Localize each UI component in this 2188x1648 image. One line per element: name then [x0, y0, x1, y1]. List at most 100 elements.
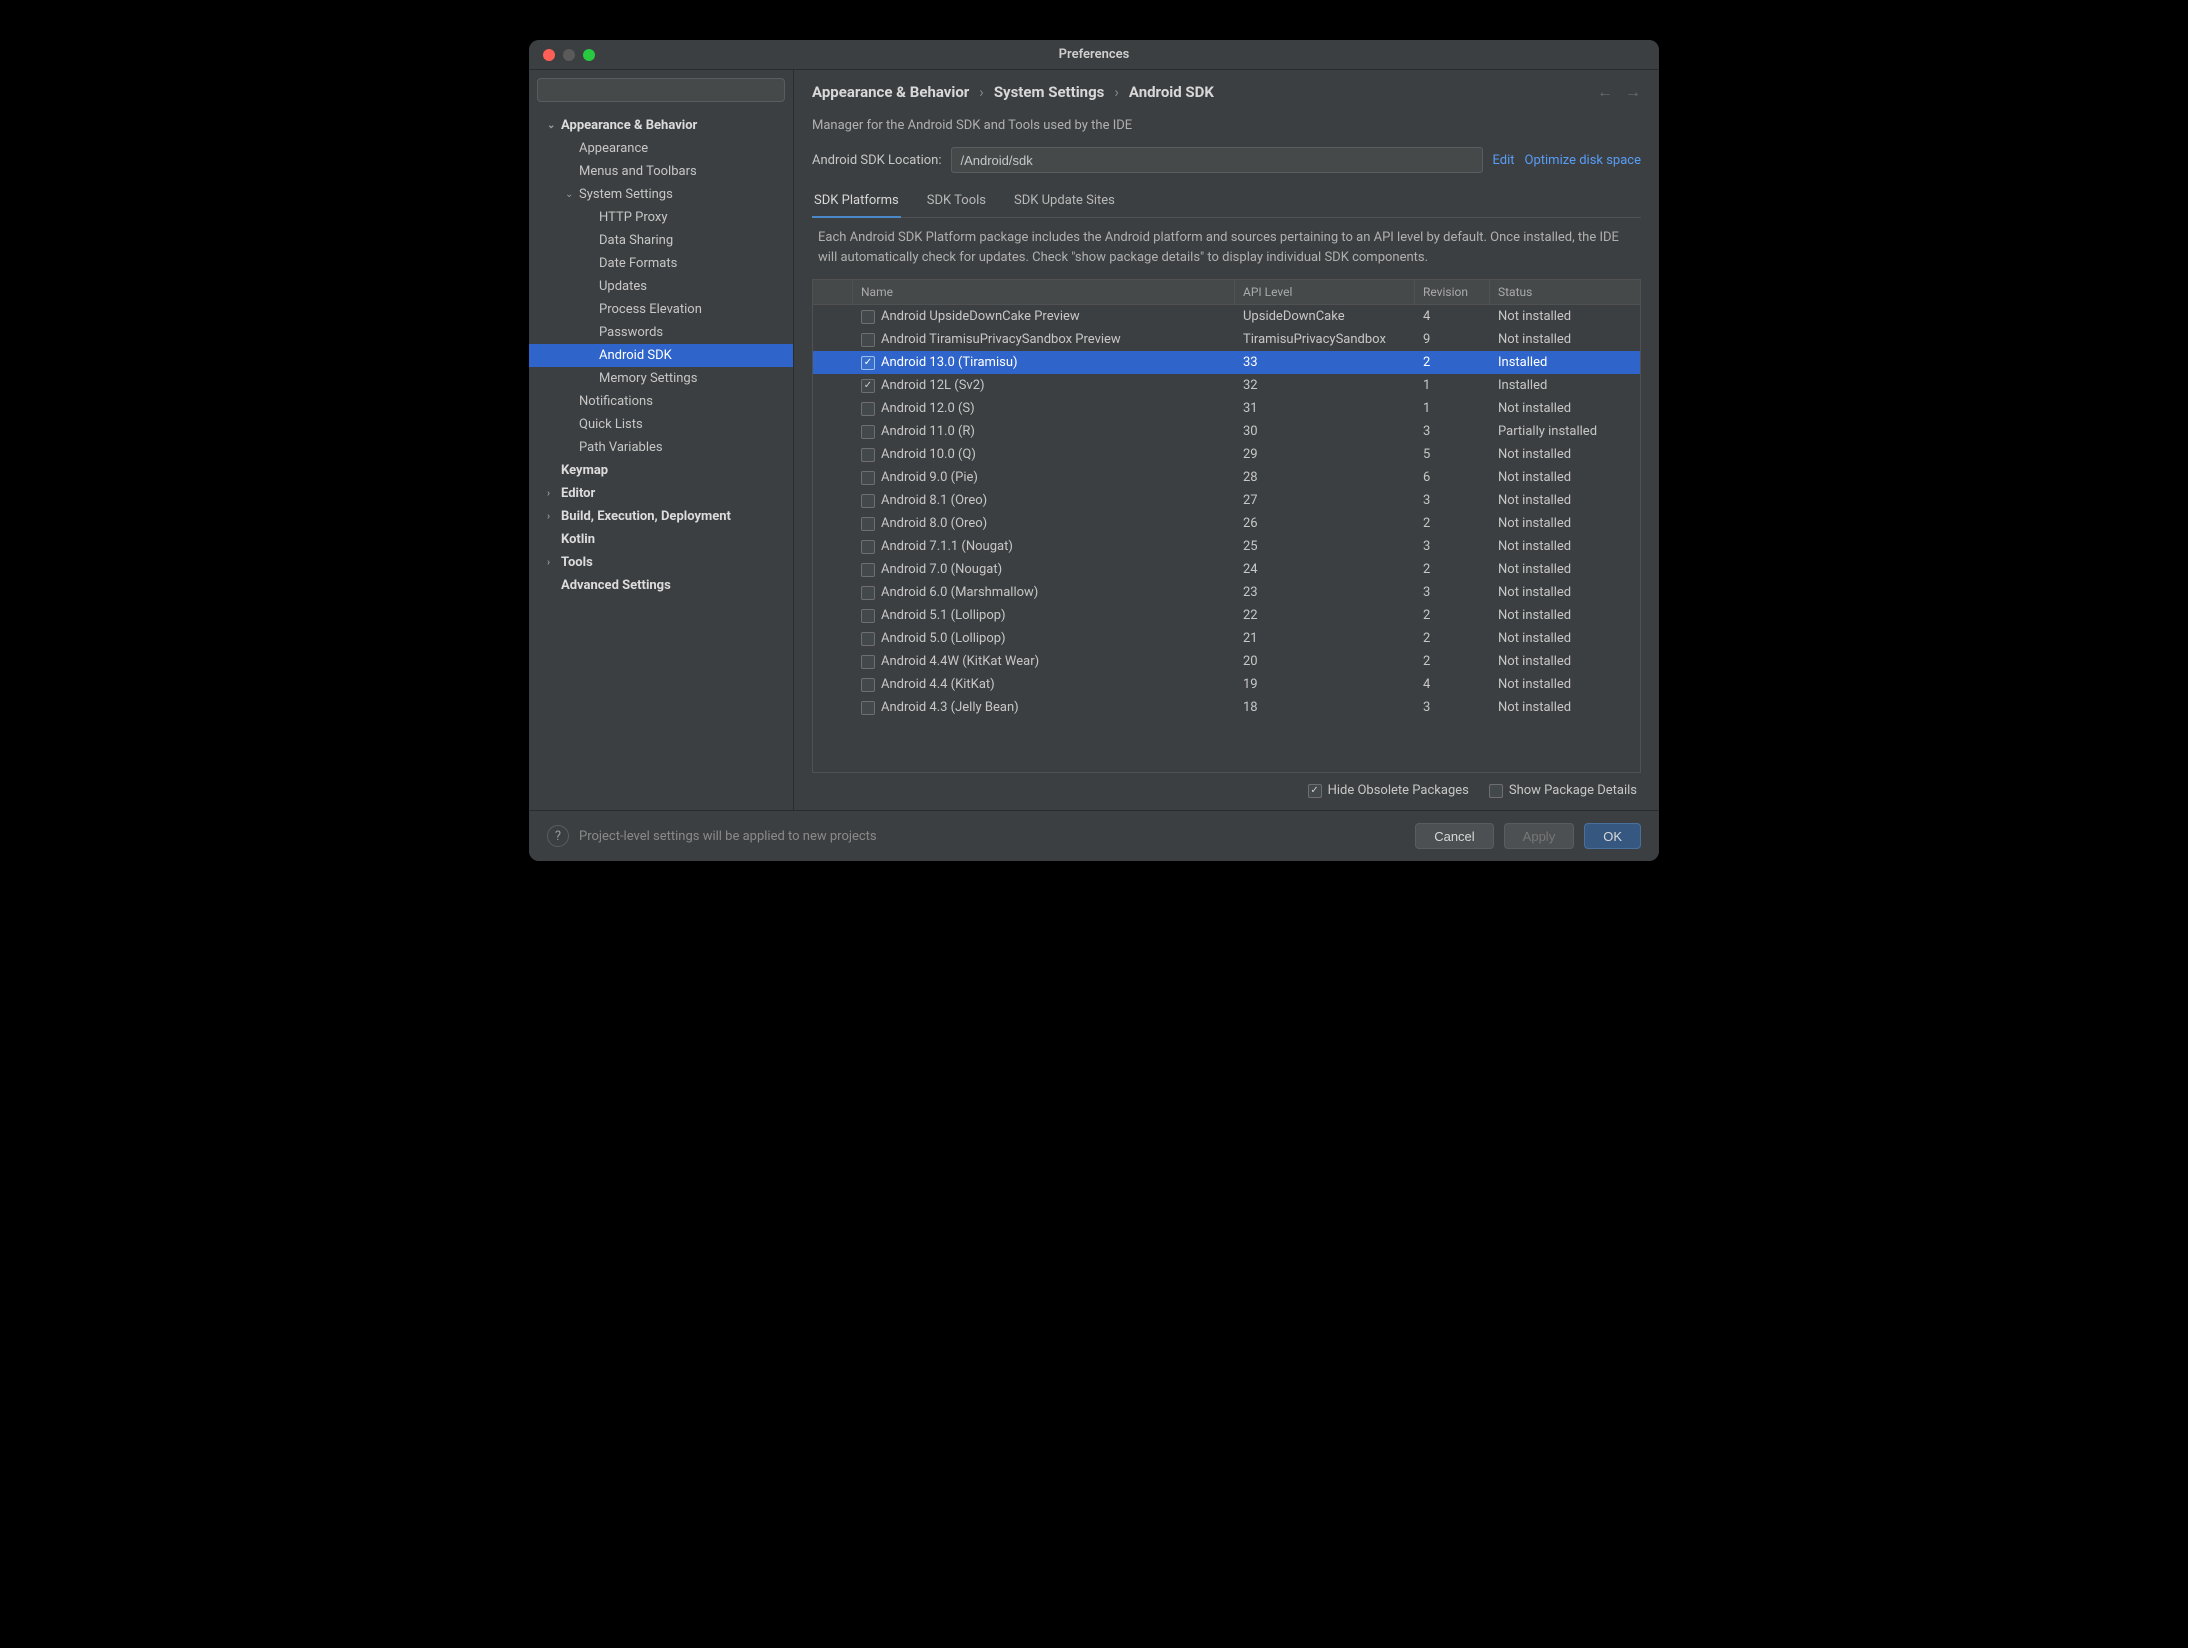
edit-link[interactable]: Edit: [1493, 153, 1515, 168]
table-row[interactable]: Android 13.0 (Tiramisu)332Installed: [813, 351, 1640, 374]
show-details-checkbox[interactable]: Show Package Details: [1489, 783, 1637, 798]
checkbox-icon[interactable]: [861, 310, 875, 324]
checkbox-icon[interactable]: [861, 678, 875, 692]
checkbox-icon[interactable]: [861, 517, 875, 531]
sidebar-item[interactable]: Kotlin: [529, 528, 793, 551]
sidebar-item[interactable]: ›Build, Execution, Deployment: [529, 505, 793, 528]
table-row[interactable]: Android 7.0 (Nougat)242Not installed: [813, 558, 1640, 581]
back-icon[interactable]: ←: [1597, 82, 1613, 102]
revision: 6: [1415, 468, 1490, 487]
help-icon[interactable]: ?: [547, 825, 569, 847]
sidebar-item[interactable]: Menus and Toolbars: [529, 160, 793, 183]
sidebar-item[interactable]: ⌄Appearance & Behavior: [529, 114, 793, 137]
revision: 2: [1415, 353, 1490, 372]
sidebar-item[interactable]: Path Variables: [529, 436, 793, 459]
sidebar-item[interactable]: Process Elevation: [529, 298, 793, 321]
sidebar-item[interactable]: Passwords: [529, 321, 793, 344]
checkbox-icon[interactable]: [861, 563, 875, 577]
checkbox-icon[interactable]: [861, 586, 875, 600]
table-row[interactable]: Android UpsideDownCake PreviewUpsideDown…: [813, 305, 1640, 328]
status: Not installed: [1490, 583, 1640, 602]
sidebar-item-label: Build, Execution, Deployment: [561, 509, 731, 524]
checkbox-icon[interactable]: [861, 356, 875, 370]
col-name[interactable]: Name: [853, 280, 1235, 304]
close-icon[interactable]: [543, 49, 555, 61]
table-row[interactable]: Android 12.0 (S)311Not installed: [813, 397, 1640, 420]
tab[interactable]: SDK Update Sites: [1012, 187, 1117, 218]
minimize-icon[interactable]: [563, 49, 575, 61]
checkbox-icon[interactable]: [861, 701, 875, 715]
table-row[interactable]: Android 11.0 (R)303Partially installed: [813, 420, 1640, 443]
ok-button[interactable]: OK: [1584, 823, 1641, 849]
sidebar-item[interactable]: ›Tools: [529, 551, 793, 574]
tab[interactable]: SDK Tools: [925, 187, 988, 218]
hide-obsolete-checkbox[interactable]: Hide Obsolete Packages: [1308, 783, 1469, 798]
checkbox-icon[interactable]: [861, 333, 875, 347]
sidebar-item-label: Appearance: [579, 141, 648, 156]
sidebar-item[interactable]: Memory Settings: [529, 367, 793, 390]
table-body[interactable]: Android UpsideDownCake PreviewUpsideDown…: [813, 305, 1640, 723]
checkbox-icon[interactable]: [861, 540, 875, 554]
footer-hint: Project-level settings will be applied t…: [579, 829, 877, 844]
table-row[interactable]: Android 12L (Sv2)321Installed: [813, 374, 1640, 397]
checkbox-icon[interactable]: [861, 632, 875, 646]
api-level: 29: [1235, 445, 1415, 464]
sidebar-item[interactable]: Advanced Settings: [529, 574, 793, 597]
sidebar-item[interactable]: Keymap: [529, 459, 793, 482]
sidebar-item[interactable]: Date Formats: [529, 252, 793, 275]
optimize-link[interactable]: Optimize disk space: [1525, 153, 1641, 168]
table-row[interactable]: Android 6.0 (Marshmallow)233Not installe…: [813, 581, 1640, 604]
zoom-icon[interactable]: [583, 49, 595, 61]
sidebar-item[interactable]: Android SDK: [529, 344, 793, 367]
apply-button[interactable]: Apply: [1504, 823, 1575, 849]
platform-name: Android 8.0 (Oreo): [881, 516, 987, 531]
checkbox-icon[interactable]: [861, 471, 875, 485]
table-row[interactable]: Android 5.0 (Lollipop)212Not installed: [813, 627, 1640, 650]
status: Not installed: [1490, 560, 1640, 579]
col-rev[interactable]: Revision: [1415, 280, 1490, 304]
sidebar-item[interactable]: Updates: [529, 275, 793, 298]
sidebar-item[interactable]: ›Editor: [529, 482, 793, 505]
sdk-location-input[interactable]: [951, 147, 1482, 173]
status: Not installed: [1490, 606, 1640, 625]
table-row[interactable]: Android 8.0 (Oreo)262Not installed: [813, 512, 1640, 535]
sidebar-item[interactable]: HTTP Proxy: [529, 206, 793, 229]
table-row[interactable]: Android 10.0 (Q)295Not installed: [813, 443, 1640, 466]
checkbox-icon[interactable]: [861, 379, 875, 393]
table-row[interactable]: Android TiramisuPrivacySandbox PreviewTi…: [813, 328, 1640, 351]
checkbox-icon[interactable]: [861, 494, 875, 508]
col-status[interactable]: Status: [1490, 280, 1640, 304]
sidebar-item-label: Updates: [599, 279, 647, 294]
platform-name: Android 13.0 (Tiramisu): [881, 355, 1018, 370]
main-panel: Appearance & Behavior›System Settings›An…: [794, 70, 1659, 810]
table-row[interactable]: Android 4.3 (Jelly Bean)183Not installed: [813, 696, 1640, 719]
col-api[interactable]: API Level: [1235, 280, 1415, 304]
table-row[interactable]: Android 4.2 (Jelly Bean)173Not installed: [813, 719, 1640, 723]
sidebar-item[interactable]: ⌄System Settings: [529, 183, 793, 206]
tab[interactable]: SDK Platforms: [812, 187, 901, 218]
checkbox-icon[interactable]: [861, 402, 875, 416]
checkbox-icon[interactable]: [861, 609, 875, 623]
revision: 1: [1415, 399, 1490, 418]
sidebar-item[interactable]: Data Sharing: [529, 229, 793, 252]
search-input[interactable]: [537, 78, 785, 102]
table-row[interactable]: Android 7.1.1 (Nougat)253Not installed: [813, 535, 1640, 558]
sidebar-item[interactable]: Notifications: [529, 390, 793, 413]
table-row[interactable]: Android 4.4W (KitKat Wear)202Not install…: [813, 650, 1640, 673]
sidebar-item[interactable]: Quick Lists: [529, 413, 793, 436]
table-row[interactable]: Android 8.1 (Oreo)273Not installed: [813, 489, 1640, 512]
table-row[interactable]: Android 4.4 (KitKat)194Not installed: [813, 673, 1640, 696]
checkbox-icon[interactable]: [861, 425, 875, 439]
cancel-button[interactable]: Cancel: [1415, 823, 1493, 849]
forward-icon[interactable]: →: [1625, 82, 1641, 102]
checkbox-icon[interactable]: [861, 655, 875, 669]
footer: ? Project-level settings will be applied…: [529, 810, 1659, 861]
sidebar-item-label: Editor: [561, 486, 595, 501]
table-row[interactable]: Android 5.1 (Lollipop)222Not installed: [813, 604, 1640, 627]
checkbox-icon[interactable]: [861, 448, 875, 462]
info-text: Each Android SDK Platform package includ…: [812, 218, 1641, 279]
platform-name: Android 11.0 (R): [881, 424, 975, 439]
table-row[interactable]: Android 9.0 (Pie)286Not installed: [813, 466, 1640, 489]
sidebar-item[interactable]: Appearance: [529, 137, 793, 160]
chevron-down-icon: ⌄: [565, 189, 577, 200]
